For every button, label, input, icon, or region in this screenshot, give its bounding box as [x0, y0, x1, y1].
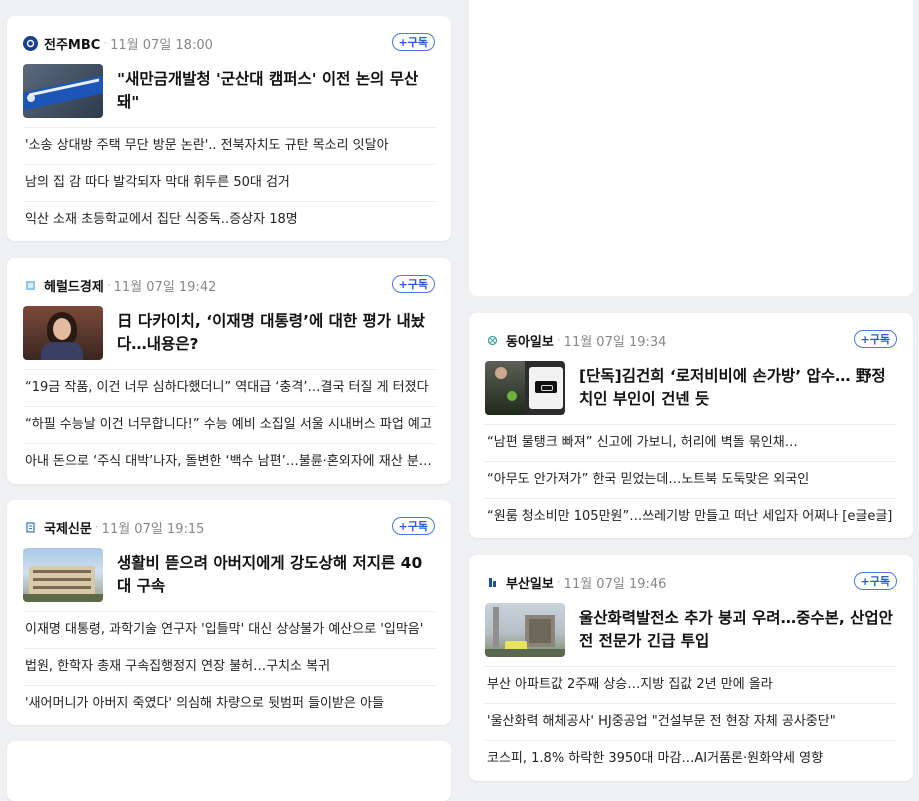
separator-dot: ·	[556, 333, 561, 347]
list-item[interactable]: 코스피, 1.8% 하락한 3950대 마감…AI거품론·원화약세 영향	[485, 740, 897, 777]
list-item[interactable]: 아내 돈으로 ‘주식 대박’나자, 돌변한 ‘백수 남편’…불륜·혼외자에 재산…	[23, 443, 435, 480]
press-name[interactable]: 동아일보	[506, 331, 554, 350]
news-card-jeonjumbc: 전주MBC · 11월 07일 18:00 +구독 "새만금개발청 '군산대 캠…	[7, 16, 451, 241]
list-item[interactable]: “남편 물탱크 빠져” 신고에 가보니, 허리에 벽돌 묶인채…	[485, 424, 897, 461]
lead-article[interactable]: 울산화력발전소 추가 붕괴 우려…중수본, 산업안전 전문가 긴급 투입	[485, 603, 897, 657]
press-name[interactable]: 헤럴드경제	[44, 276, 104, 295]
herald-logo-icon	[23, 278, 38, 293]
list-item[interactable]: 법원, 한학자 총재 구속집행정지 연장 불허…구치소 복귀	[23, 648, 435, 685]
press-name[interactable]: 부산일보	[506, 573, 554, 592]
donga-logo-icon	[485, 333, 500, 348]
lead-thumbnail[interactable]	[23, 64, 103, 118]
list-item[interactable]: '새어머니가 아버지 죽였다' 의심해 차량으로 뒷범퍼 들이받은 아들	[23, 685, 435, 722]
lead-article[interactable]: [단독]김건희 ‘로저비비에 손가방’ 압수… 野정치인 부인이 건넨 듯	[485, 361, 897, 415]
article-list: “19금 작품, 이건 너무 심하다했더니” 역대급 ‘충격’…결국 터질 게 …	[23, 369, 435, 480]
publish-time: 11월 07일 19:42	[113, 279, 217, 295]
lead-title[interactable]: 울산화력발전소 추가 붕괴 우려…중수본, 산업안전 전문가 긴급 투입	[579, 607, 897, 653]
list-item[interactable]: “아무도 안가져가” 한국 믿었는데…노트북 도둑맞은 외국인	[485, 461, 897, 498]
lead-article[interactable]: 日 다카이치, ‘이재명 대통령’에 대한 평가 내놨다…내용은?	[23, 306, 435, 360]
news-card-kookje: 국제신문 · 11월 07일 19:15 +구독 생활비 뜯으려 아버지에게 강…	[7, 500, 451, 725]
subscribe-button[interactable]: +구독	[391, 517, 435, 535]
list-item[interactable]: 부산 아파트값 2주째 상승…지방 집값 2년 만에 올라	[485, 666, 897, 703]
press-name[interactable]: 국제신문	[44, 518, 92, 537]
article-list: 이재명 대통령, 과학기술 연구자 '입틀막' 대신 상상불가 예산으로 '입막…	[23, 611, 435, 722]
lead-title[interactable]: 생활비 뜯으려 아버지에게 강도상해 저지른 40대 구속	[117, 552, 435, 598]
card-header: 헤럴드경제 · 11월 07일 19:42 +구독	[23, 274, 435, 296]
lead-thumbnail[interactable]	[485, 361, 565, 415]
separator-dot: ·	[103, 36, 108, 50]
jeonjumbc-logo-icon	[23, 35, 38, 51]
lead-title[interactable]: "새만금개발청 '군산대 캠퍼스' 이전 논의 무산돼"	[117, 68, 435, 114]
ad-placeholder	[469, 0, 913, 296]
news-card-donga: 동아일보 · 11월 07일 19:34 +구독 [단독]김건희 ‘로저비비에 …	[469, 313, 913, 538]
article-list: 부산 아파트값 2주째 상승…지방 집값 2년 만에 올라 '울산화력 해체공사…	[485, 666, 897, 777]
article-list: “남편 물탱크 빠져” 신고에 가보니, 허리에 벽돌 묶인채… “아무도 안가…	[485, 424, 897, 535]
list-item[interactable]: “하필 수능날 이건 너무합니다!” 수능 예비 소집일 서울 시내버스 파업 …	[23, 406, 435, 443]
list-item[interactable]: '울산화력 해체공사' HJ중공업 "건설부문 전 현장 자체 공사중단"	[485, 703, 897, 740]
card-header: 전주MBC · 11월 07일 18:00 +구독	[23, 32, 435, 54]
lead-thumbnail[interactable]	[23, 548, 103, 602]
publish-time: 11월 07일 18:00	[110, 37, 213, 53]
news-card-heraldcorp: 헤럴드경제 · 11월 07일 19:42 +구독 日 다카이치, ‘이재명 대…	[7, 258, 451, 484]
subscribe-button[interactable]: +구독	[853, 572, 897, 590]
list-item[interactable]: “19금 작품, 이건 너무 심하다했더니” 역대급 ‘충격’…결국 터질 게 …	[23, 369, 435, 406]
lead-article[interactable]: "새만금개발청 '군산대 캠퍼스' 이전 논의 무산돼"	[23, 64, 435, 118]
lead-title[interactable]: 日 다카이치, ‘이재명 대통령’에 대한 평가 내놨다…내용은?	[117, 310, 435, 356]
lead-title[interactable]: [단독]김건희 ‘로저비비에 손가방’ 압수… 野정치인 부인이 건넨 듯	[579, 365, 897, 411]
lead-article[interactable]: 생활비 뜯으려 아버지에게 강도상해 저지른 40대 구속	[23, 548, 435, 602]
separator-dot: ·	[106, 278, 111, 292]
separator-dot: ·	[94, 520, 99, 534]
list-item[interactable]: “원룸 청소비만 105만원”…쓰레기방 만들고 떠난 세입자 어쩌나 [e글e…	[485, 498, 897, 535]
busan-logo-icon	[485, 575, 500, 590]
card-header: 동아일보 · 11월 07일 19:34 +구독	[485, 329, 897, 351]
lead-thumbnail[interactable]	[485, 603, 565, 657]
subscribe-button[interactable]: +구독	[391, 33, 435, 51]
news-card-busan: 부산일보 · 11월 07일 19:46 +구독 울산화력발전소 추가 붕괴 우…	[469, 555, 913, 781]
article-list: '소송 상대방 주택 무단 방문 논란'.. 전북자치도 규탄 목소리 잇달아 …	[23, 127, 435, 238]
publish-time: 11월 07일 19:15	[101, 521, 205, 537]
list-item[interactable]: 남의 집 감 따다 발각되자 막대 휘두른 50대 검거	[23, 164, 435, 201]
card-header: 부산일보 · 11월 07일 19:46 +구독	[485, 571, 897, 593]
card-header: 국제신문 · 11월 07일 19:15 +구독	[23, 516, 435, 538]
publish-time: 11월 07일 19:34	[563, 334, 667, 350]
publish-time: 11월 07일 19:46	[563, 576, 667, 592]
lead-thumbnail[interactable]	[23, 306, 103, 360]
subscribe-button[interactable]: +구독	[853, 330, 897, 348]
separator-dot: ·	[556, 575, 561, 589]
news-card-partial	[7, 741, 451, 801]
list-item[interactable]: '소송 상대방 주택 무단 방문 논란'.. 전북자치도 규탄 목소리 잇달아	[23, 127, 435, 164]
kookje-logo-icon	[23, 520, 38, 535]
subscribe-button[interactable]: +구독	[391, 275, 435, 293]
list-item[interactable]: 익산 소재 초등학교에서 집단 식중독..증상자 18명	[23, 201, 435, 238]
press-name[interactable]: 전주MBC	[44, 34, 100, 53]
list-item[interactable]: 이재명 대통령, 과학기술 연구자 '입틀막' 대신 상상불가 예산으로 '입막…	[23, 611, 435, 648]
